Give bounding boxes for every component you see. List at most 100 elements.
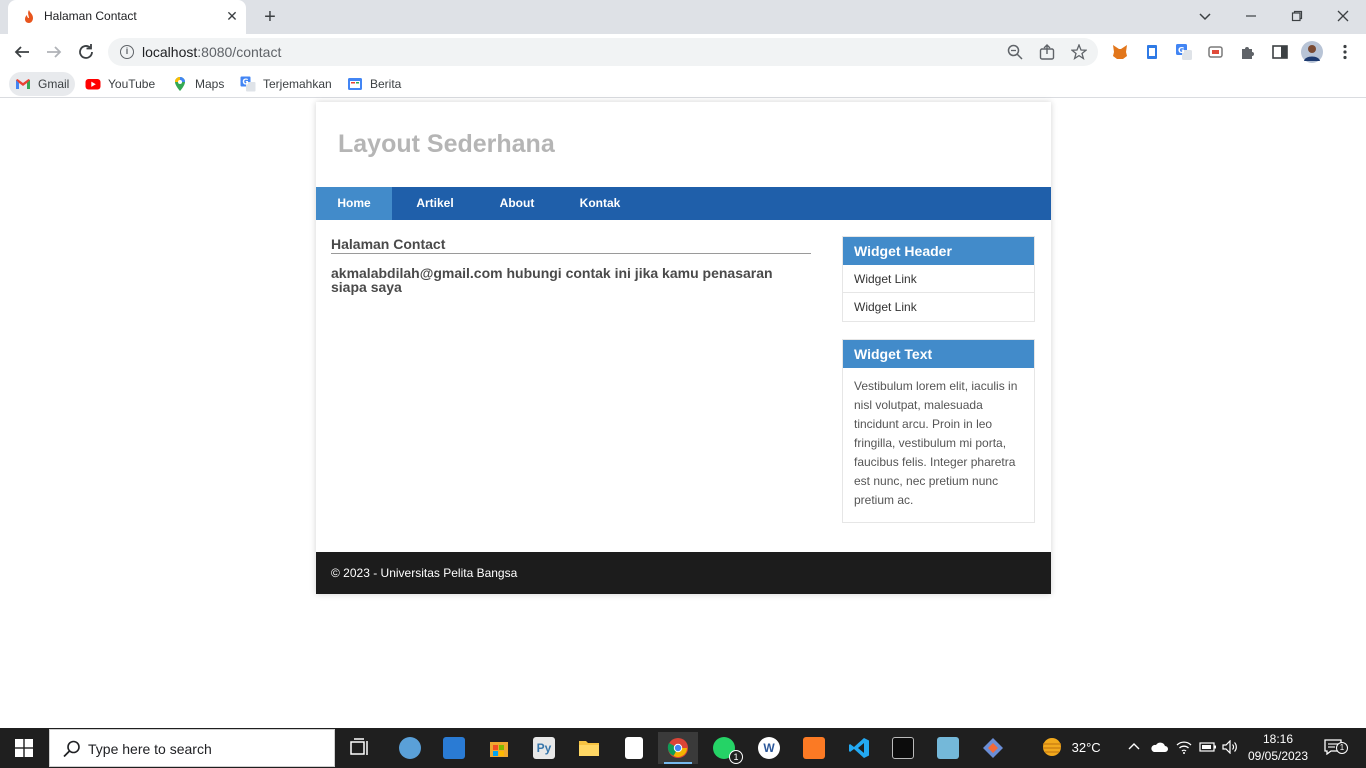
weather-widget[interactable]: 32°C (1040, 728, 1101, 768)
file-explorer-icon[interactable] (569, 732, 609, 764)
site-footer: © 2023 - Universitas Pelita Bangsa (316, 552, 1051, 594)
weather-temp: 32°C (1071, 740, 1101, 755)
svg-text:G: G (242, 78, 248, 87)
nav-kontak[interactable]: Kontak (556, 187, 644, 220)
nav-home[interactable]: Home (316, 187, 392, 220)
minimize-icon[interactable] (1236, 4, 1266, 28)
task-view-icon[interactable] (340, 732, 380, 764)
bookmark-youtube[interactable]: YouTube (79, 72, 161, 96)
bookmark-label: Berita (370, 77, 402, 91)
profile-avatar-icon[interactable] (1301, 41, 1323, 63)
notification-badge: 1 (1336, 742, 1348, 754)
browser-tab-active[interactable]: Halaman Contact ✕ (8, 0, 246, 34)
bookmark-berita[interactable]: Berita (341, 72, 407, 96)
clipboard-icon[interactable] (1143, 43, 1161, 61)
nav-artikel[interactable]: Artikel (392, 187, 478, 220)
gmail-icon (16, 79, 30, 89)
forward-arrow-icon[interactable] (42, 40, 66, 64)
onedrive-cloud-icon[interactable] (1150, 728, 1168, 768)
fire-favicon-icon (25, 10, 33, 23)
share-icon[interactable] (1038, 44, 1056, 62)
widget-links: Widget Header Widget Link Widget Link (842, 236, 1035, 322)
clock-time: 18:16 (1262, 732, 1294, 746)
bookmarks-bar: Gmail YouTube Maps G Terjemahkan Berita (0, 70, 1366, 98)
word-app-icon[interactable]: W (749, 732, 789, 764)
widget-text-header: Widget Text (843, 340, 1034, 368)
close-window-icon[interactable] (1328, 4, 1358, 28)
puzzle-extensions-icon[interactable] (1239, 43, 1257, 61)
search-icon (63, 740, 80, 758)
notepad-icon[interactable] (614, 732, 654, 764)
windows-taskbar: Type here to search Py 1 W 32°C 18:16 09… (0, 728, 1366, 768)
search-placeholder: Type here to search (88, 741, 212, 757)
translate-icon: G (240, 76, 256, 92)
url-host: localhost (142, 44, 198, 60)
bookmark-label: Terjemahkan (263, 77, 332, 91)
new-tab-button[interactable]: + (258, 6, 282, 28)
bookmark-gmail[interactable]: Gmail (9, 72, 76, 96)
back-arrow-icon[interactable] (10, 40, 34, 64)
kebab-menu-icon[interactable] (1336, 43, 1354, 61)
terminal-icon[interactable] (883, 732, 923, 764)
clock-date: 09/05/2023 (1247, 749, 1309, 763)
main-nav: Home Artikel About Kontak (316, 187, 1051, 220)
reload-icon[interactable] (74, 40, 98, 64)
info-icon[interactable]: i (120, 45, 134, 59)
tab-title: Halaman Contact (44, 9, 137, 23)
volume-icon[interactable] (1222, 728, 1238, 768)
vscode-icon[interactable] (839, 732, 879, 764)
whatsapp-icon[interactable]: 1 (704, 732, 744, 764)
mail-app-icon[interactable] (434, 732, 474, 764)
wifi-icon[interactable] (1176, 728, 1192, 768)
news-icon (348, 78, 362, 90)
weather-sun-icon (1043, 738, 1061, 756)
show-hidden-icons-chevron-icon[interactable] (1127, 728, 1141, 768)
chrome-taskbar-icon[interactable] (658, 732, 698, 764)
bookmark-maps[interactable]: Maps (166, 72, 230, 96)
git-app-icon[interactable] (973, 732, 1013, 764)
translate-icon[interactable]: G (1175, 43, 1193, 61)
widget-text: Widget Text Vestibulum lorem elit, iacul… (842, 339, 1035, 523)
bookmark-label: Gmail (38, 77, 70, 91)
nav-about[interactable]: About (478, 187, 556, 220)
widget-link-1[interactable]: Widget Link (843, 265, 1034, 293)
widget-text-body: Vestibulum lorem elit, iaculis in nisl v… (854, 379, 1018, 507)
zoom-out-icon[interactable] (1006, 44, 1024, 62)
address-bar[interactable]: i localhost:8080/contact (108, 38, 1098, 66)
tab-search-chevron-icon[interactable] (1190, 4, 1220, 28)
content-body: akmalabdilah@gmail.com hubungi contak in… (331, 265, 773, 295)
whatsapp-badge: 1 (729, 750, 743, 764)
tab-close-icon[interactable]: ✕ (224, 8, 240, 24)
widget-link-2[interactable]: Widget Link (843, 293, 1034, 321)
footer-text: © 2023 - Universitas Pelita Bangsa (331, 566, 518, 580)
metamask-icon[interactable] (1111, 43, 1129, 61)
sidebar: Widget Header Widget Link Widget Link Wi… (842, 236, 1035, 540)
bookmark-star-icon[interactable] (1070, 43, 1088, 62)
system-clock[interactable]: 18:16 09/05/2023 (1244, 731, 1312, 765)
paint-app-icon[interactable] (390, 732, 430, 764)
site-title: Layout Sederhana (338, 130, 555, 158)
notification-center-icon[interactable]: 1 (1324, 728, 1348, 768)
svg-text:G: G (1178, 46, 1185, 55)
site-header: Layout Sederhana (316, 102, 1051, 187)
notes-app-icon[interactable] (928, 732, 968, 764)
xampp-icon[interactable] (794, 732, 834, 764)
content-heading: Halaman Contact (331, 236, 811, 254)
url-text: localhost:8080/contact (142, 44, 281, 60)
restore-icon[interactable] (1282, 4, 1312, 28)
python-app-icon[interactable]: Py (524, 732, 564, 764)
side-panel-icon[interactable] (1271, 43, 1289, 61)
windows-start-button[interactable] (0, 728, 48, 768)
battery-icon[interactable] (1199, 728, 1217, 768)
widget-header: Widget Header (843, 237, 1034, 265)
windows-logo-icon (15, 739, 33, 757)
bookmark-terjemahkan[interactable]: G Terjemahkan (234, 72, 338, 96)
taskbar-search-input[interactable]: Type here to search (49, 729, 335, 767)
bookmark-label: YouTube (108, 77, 156, 91)
page-viewport: Layout Sederhana Home Artikel About Kont… (0, 98, 1366, 728)
browser-toolbar: i localhost:8080/contact G (0, 34, 1366, 70)
active-indicator (664, 762, 692, 764)
site-container: Layout Sederhana Home Artikel About Kont… (316, 102, 1051, 594)
tab-switch-icon[interactable] (1207, 43, 1225, 61)
store-app-icon[interactable] (479, 732, 519, 764)
